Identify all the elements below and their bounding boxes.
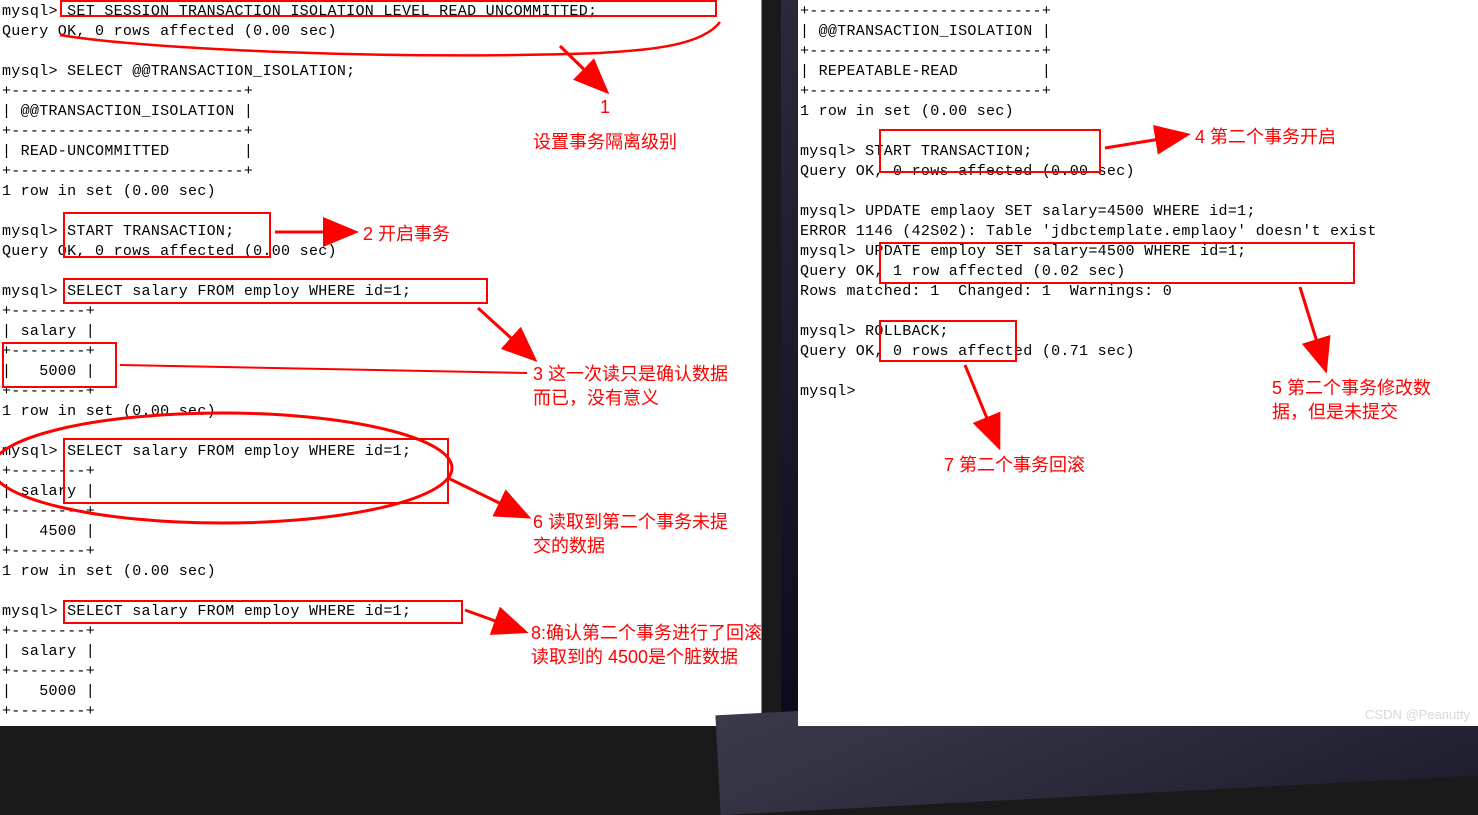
terminal-left-text: mysql> SET SESSION TRANSACTION ISOLATION… [0, 2, 761, 722]
terminal-left[interactable]: mysql> SET SESSION TRANSACTION ISOLATION… [0, 0, 762, 726]
watermark: CSDN @Peanutty [1365, 707, 1470, 722]
terminal-right-text: +-------------------------+ | @@TRANSACT… [798, 2, 1478, 402]
terminal-right[interactable]: +-------------------------+ | @@TRANSACT… [798, 0, 1478, 726]
